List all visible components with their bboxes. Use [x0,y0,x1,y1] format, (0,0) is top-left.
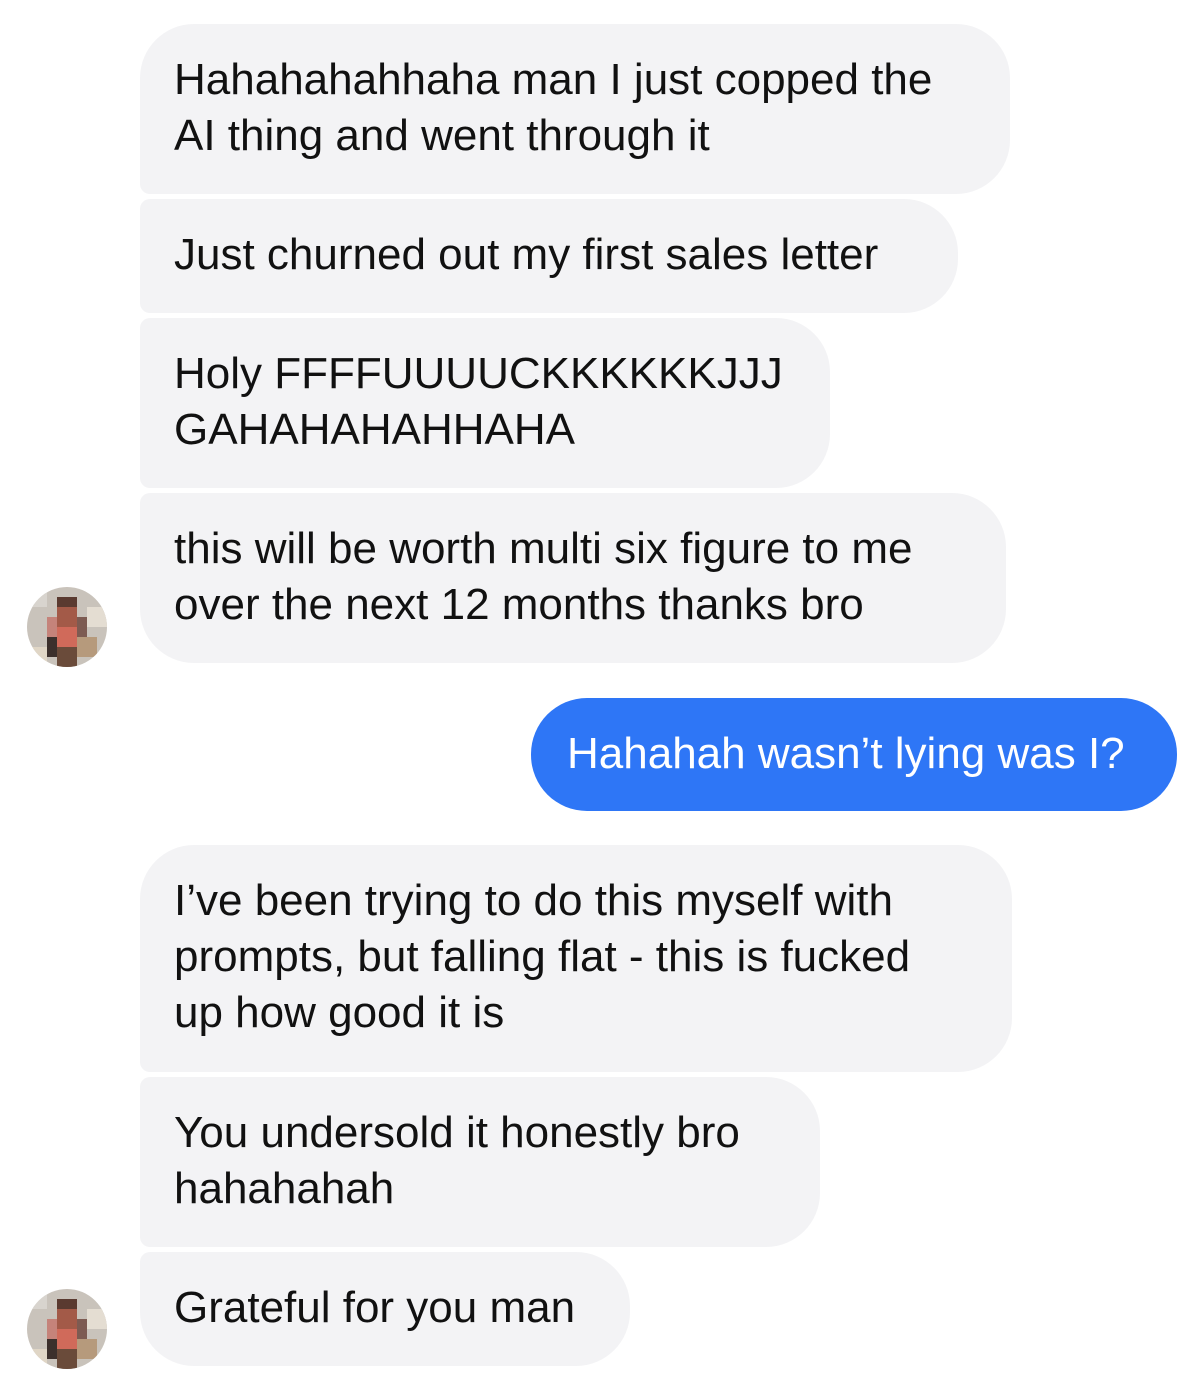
message-bubble-incoming[interactable]: Just churned out my first sales letter [140,199,958,313]
sender-avatar-icon[interactable] [27,587,107,667]
sender-avatar-icon[interactable] [27,1289,107,1369]
message-bubble-outgoing[interactable]: Hahahah wasn’t lying was I? [531,698,1177,811]
message-bubble-incoming[interactable]: Holy FFFFUUUUCKKKKKKJJJ GAHAHAHAHHAHA [140,318,830,488]
message-bubble-incoming[interactable]: Hahahahahhaha man I just copped the AI t… [140,24,1010,194]
message-bubble-incoming[interactable]: I’ve been trying to do this myself with … [140,845,1012,1072]
message-bubble-incoming[interactable]: Grateful for you man [140,1252,630,1366]
message-bubble-incoming[interactable]: You undersold it honestly bro hahahahah [140,1077,820,1247]
message-bubble-incoming[interactable]: this will be worth multi six figure to m… [140,493,1006,663]
